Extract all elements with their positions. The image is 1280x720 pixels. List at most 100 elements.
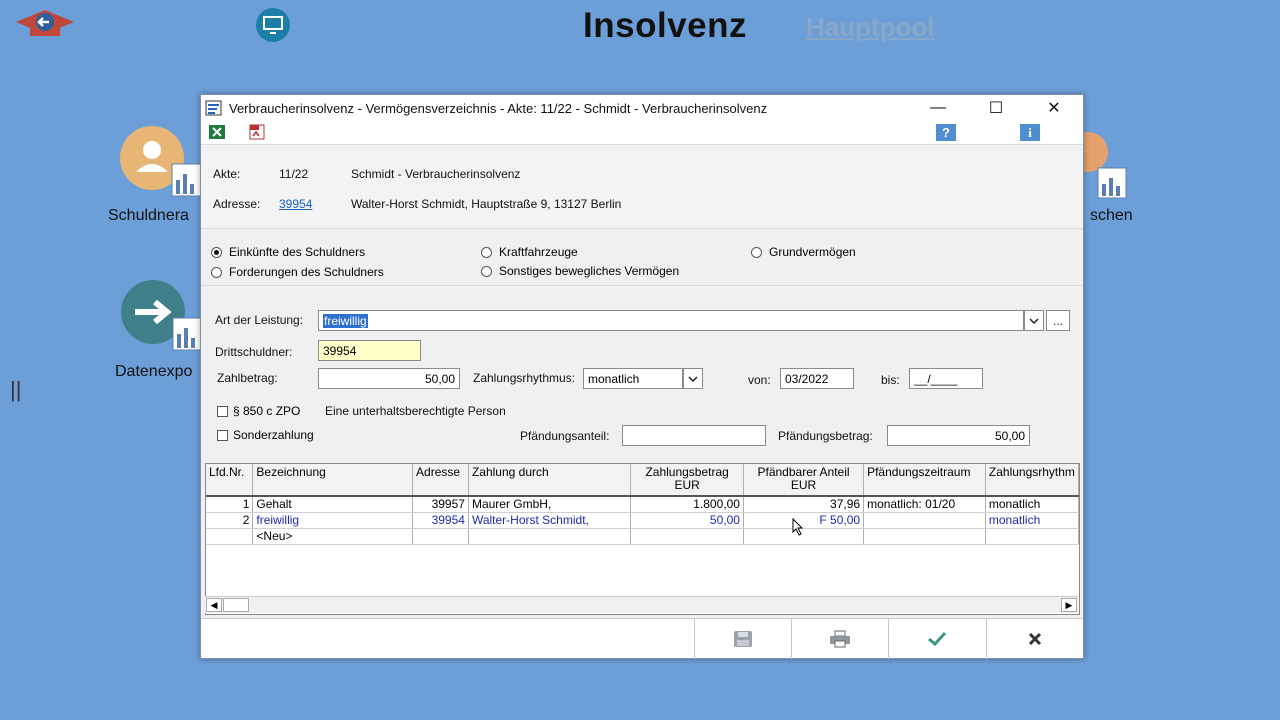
pfaendungsanteil-input[interactable] [622,425,766,446]
svg-text:i: i [1028,125,1032,140]
radio-label: Sonstiges bewegliches Vermögen [499,264,680,278]
col-pfaendungszeitraum[interactable]: Pfändungszeitraum [863,464,986,497]
akte-info-panel: Akte: 11/22 Schmidt - Verbraucherinsolve… [201,151,1083,229]
minimize-button[interactable]: — [915,95,961,121]
help-icon[interactable]: ? [936,124,956,141]
back-home-icon[interactable] [14,8,76,51]
cell-pfaendungszeitraum [863,528,986,545]
scroll-left-icon[interactable]: ◀ [206,598,222,612]
save-button[interactable] [694,619,791,659]
printer-icon [830,630,850,648]
save-disk-icon [734,631,752,647]
cell-zahlungsbetrag [630,528,744,545]
art-dropdown-button[interactable] [1024,310,1044,331]
cell-adresse: 39957 [412,496,469,513]
cell-zahlungsbetrag: 50,00 [630,512,744,529]
cell-zahlung-durch [468,528,632,545]
art-value: freiwillig [323,313,368,328]
bis-label: bis: [881,373,900,387]
info-icon[interactable]: i [1020,124,1040,141]
pool-link[interactable]: Hauptpool [806,12,935,43]
drittschuldner-input[interactable]: 39954 [318,340,421,361]
rhythmus-select[interactable]: monatlich [583,368,683,389]
radio-einkuenfte[interactable]: Einkünfte des Schuldners [211,245,365,259]
akte-value: 11/22 [279,167,309,181]
cell-pfaendungszeitraum [863,512,986,529]
monitor-icon[interactable] [252,6,294,49]
adresse-id-link[interactable]: 39954 [279,197,312,211]
col-pfaendbarer-anteil[interactable]: Pfändbarer Anteil EUR [743,464,865,497]
radio-grundvermoegen[interactable]: Grundvermögen [751,245,856,259]
cancel-button[interactable] [986,619,1083,659]
radio-kraftfahrzeuge[interactable]: Kraftfahrzeuge [481,245,578,259]
col-zahlung-durch[interactable]: Zahlung durch [468,464,632,497]
akte-label: Akte: [213,167,241,181]
close-button[interactable]: ✕ [1031,95,1077,121]
pfaendungsbetrag-input[interactable]: 50,00 [887,425,1030,446]
maximize-button[interactable]: ☐ [973,95,1019,121]
schuldner-tile-label[interactable]: Schuldnera [108,207,189,225]
cell-adresse [412,528,469,545]
delete-chart-icon [1068,132,1127,199]
p850-text: Eine unterhaltsberechtigte Person [325,404,506,418]
art-browse-button[interactable]: ... [1046,310,1070,331]
cell-bezeichnung: Gehalt [252,496,414,513]
akte-name: Schmidt - Verbraucherinsolvenz [351,167,521,181]
radio-label: Grundvermögen [769,245,856,259]
pdf-export-icon[interactable] [248,124,266,140]
rhythmus-label: Zahlungsrhythmus: [473,371,576,385]
chevron-down-icon [1029,317,1039,324]
cell-zahlungsrhythmus: monatlich [985,512,1079,529]
vermoegen-grid: Lfd.Nr. Bezeichnung Adresse Zahlung durc… [205,463,1080,615]
sonderzahlung-checkbox[interactable]: Sonderzahlung [217,428,314,442]
bis-input[interactable]: __/____ [909,368,983,389]
col-zahlungsrhythmus[interactable]: Zahlungsrhythm [985,464,1079,497]
zahlbetrag-input[interactable]: 50,00 [318,368,460,389]
app-window-icon [205,100,222,116]
ok-button[interactable] [888,619,985,659]
datenexport-tile-label[interactable]: Datenexpo [115,363,192,381]
mouse-cursor-icon [792,518,804,536]
table-row[interactable]: 1 Gehalt 39957 Maurer GmbH, 1.800,00 37,… [206,496,1079,513]
adresse-label: Adresse: [213,197,261,211]
window-titlebar[interactable]: Verbraucherinsolvenz - Vermögensverzeich… [201,95,1083,121]
scroll-right-icon[interactable]: ▶ [1061,598,1077,612]
cell-zahlungsrhythmus [985,528,1079,545]
checkbox-box [217,429,228,441]
adresse-value: Walter-Horst Schmidt, Hauptstraße 9, 131… [351,197,622,211]
p850-checkbox[interactable]: § 850 c ZPO [217,404,300,418]
rhythmus-dropdown-button[interactable] [683,368,703,389]
svg-text:?: ? [942,125,950,140]
col-lfdnr[interactable]: Lfd.Nr. [206,464,254,497]
radio-forderungen[interactable]: Forderungen des Schuldners [211,265,384,279]
col-bezeichnung[interactable]: Bezeichnung [252,464,414,497]
art-der-leistung-input[interactable]: freiwillig [318,310,1024,331]
radio-dot [211,266,222,278]
cell-lfdnr: 1 [206,496,254,513]
toolbar: ? i [201,121,1083,145]
col-adresse[interactable]: Adresse [412,464,469,497]
cell-bezeichnung: freiwillig [252,512,414,529]
radio-label: Einkünfte des Schuldners [229,245,366,259]
cell-lfdnr [206,528,254,545]
cell-bezeichnung: <Neu> [252,528,414,545]
cell-zahlung-durch: Walter-Horst Schmidt, [468,512,632,529]
table-row-new[interactable]: <Neu> [206,528,1079,545]
checkmark-icon [928,631,947,647]
zahlbetrag-label: Zahlbetrag: [217,371,278,385]
excel-export-icon[interactable] [208,124,226,140]
window-title: Verbraucherinsolvenz - Vermögensverzeich… [229,100,768,116]
von-input[interactable]: 03/2022 [780,368,854,389]
app-title: Insolvenz [583,6,747,45]
p850-label: § 850 c ZPO [233,404,301,418]
print-button[interactable] [791,619,888,659]
scroll-thumb[interactable] [223,598,249,612]
table-row[interactable]: 2 freiwillig 39954 Walter-Horst Schmidt,… [206,512,1079,529]
collapse-handle-icon[interactable]: || [10,377,21,403]
col-zahlungsbetrag[interactable]: Zahlungsbetrag EUR [630,464,744,497]
radio-sonstiges[interactable]: Sonstiges bewegliches Vermögen [481,264,679,278]
loeschen-tile[interactable] [1068,130,1134,200]
horizontal-scrollbar[interactable]: ◀ ▶ [205,596,1078,613]
export-chart-icon [121,280,204,351]
loeschen-tile-label[interactable]: schen [1090,207,1133,225]
